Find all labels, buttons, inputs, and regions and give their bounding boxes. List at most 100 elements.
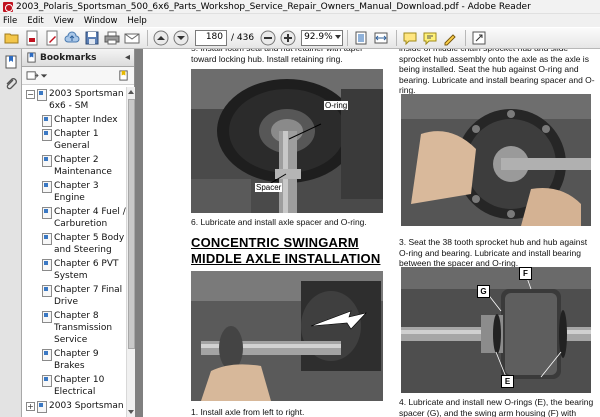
window-title: 2003_Polaris_Sportsman_500_6x6_Parts_Wor… bbox=[16, 1, 531, 12]
menu-bar: File Edit View Window Help bbox=[0, 14, 600, 27]
comment-icon[interactable] bbox=[401, 29, 419, 47]
bookmark-item[interactable]: Chapter 9 Brakes bbox=[22, 347, 126, 373]
photo-axle-installation bbox=[191, 271, 383, 401]
menu-window[interactable]: Window bbox=[83, 16, 119, 26]
bookmark-item[interactable]: Chapter 6 PVT System bbox=[22, 257, 126, 283]
fit-page-icon[interactable] bbox=[352, 29, 370, 47]
toolbar-separator bbox=[396, 30, 398, 46]
bookmark-label: 2003 Sportsman bbox=[49, 401, 124, 411]
document-viewport[interactable]: 5. Install foam seal and nut retainer wi… bbox=[135, 49, 600, 417]
bookmark-item[interactable]: Chapter 2 Maintenance bbox=[22, 153, 126, 179]
bookmark-item[interactable]: Chapter 5 Body and Steering bbox=[22, 231, 126, 257]
page-number-input[interactable]: 180 bbox=[195, 30, 227, 46]
email-icon[interactable] bbox=[123, 29, 141, 47]
toolbar-separator bbox=[465, 30, 467, 46]
bookmark-label: Chapter 5 Body and Steering bbox=[54, 233, 125, 255]
open-folder-icon[interactable] bbox=[3, 29, 21, 47]
bookmarks-scrollbar[interactable] bbox=[126, 87, 135, 417]
spacer-callout: Spacer bbox=[255, 183, 283, 192]
label-e-callout: E bbox=[501, 375, 514, 388]
create-pdf-icon[interactable] bbox=[23, 29, 41, 47]
menu-view[interactable]: View bbox=[53, 16, 75, 26]
step-4-text: 4. Lubricate and install new O-rings (E)… bbox=[399, 397, 594, 417]
menu-edit[interactable]: Edit bbox=[26, 16, 44, 26]
scroll-down-icon[interactable] bbox=[128, 410, 134, 414]
bookmarks-panel: Bookmarks ◂ − 2003 Sportsman 6x6 - SM Ch… bbox=[22, 49, 135, 417]
bookmarks-icon bbox=[27, 52, 36, 63]
menu-file[interactable]: File bbox=[2, 16, 18, 26]
photo-swingarm-housing bbox=[401, 267, 591, 393]
cloud-upload-icon[interactable] bbox=[63, 29, 81, 47]
bookmark-root[interactable]: + 2003 Sportsman bbox=[22, 399, 126, 413]
bookmark-icon bbox=[37, 89, 47, 101]
fit-width-icon[interactable] bbox=[372, 29, 390, 47]
bookmark-label: Chapter 4 Fuel / Carburetion bbox=[54, 207, 126, 229]
photo-sprocket-hub bbox=[401, 94, 591, 226]
adobe-reader-icon bbox=[3, 1, 13, 12]
bookmark-label: Chapter 3 Engine bbox=[54, 181, 99, 203]
step-1-text: 1. Install axle from left to right. bbox=[191, 407, 305, 417]
bookmark-root[interactable]: − 2003 Sportsman 6x6 - SM bbox=[22, 87, 126, 113]
zoom-level-select[interactable]: 92.9% bbox=[301, 30, 344, 46]
bookmarks-title: Bookmarks bbox=[40, 52, 97, 63]
scrollbar-thumb[interactable] bbox=[128, 99, 135, 349]
oring-callout: O-ring bbox=[324, 101, 349, 110]
bookmarks-tree: − 2003 Sportsman 6x6 - SM Chapter Index … bbox=[22, 87, 126, 417]
new-bookmark-icon[interactable] bbox=[118, 70, 129, 81]
pdf-page: 5. Install foam seal and nut retainer wi… bbox=[143, 49, 600, 417]
bookmark-label: Chapter Index bbox=[54, 115, 118, 125]
toolbar-separator bbox=[147, 30, 148, 46]
bookmark-item[interactable]: Chapter 3 Engine bbox=[22, 179, 126, 205]
toolbar-separator bbox=[347, 30, 349, 46]
bookmark-label: Chapter 7 Final Drive bbox=[54, 285, 123, 307]
step-5-text: 5. Install foam seal and nut retainer wi… bbox=[191, 49, 363, 64]
bookmark-label: Chapter 2 Maintenance bbox=[54, 155, 112, 177]
attachment-icon[interactable] bbox=[2, 75, 20, 93]
previous-page-icon[interactable] bbox=[152, 29, 170, 47]
bookmark-item[interactable]: Chapter Index bbox=[22, 113, 126, 127]
zoom-out-icon[interactable] bbox=[259, 29, 277, 47]
print-icon[interactable] bbox=[103, 29, 121, 47]
navigation-pane-strip bbox=[0, 49, 22, 417]
bookmark-icon bbox=[42, 115, 52, 127]
expand-toggle-icon[interactable]: + bbox=[26, 402, 35, 411]
next-page-icon[interactable] bbox=[172, 29, 190, 47]
bookmark-icon bbox=[42, 181, 52, 193]
bookmark-item[interactable]: Chapter 1 General bbox=[22, 127, 126, 153]
bookmark-label: 2003 Sportsman 6x6 - SM bbox=[49, 89, 124, 111]
step-6-text: 6. Lubricate and install axle spacer and… bbox=[191, 217, 367, 227]
page-total: / 436 bbox=[231, 33, 255, 43]
bookmark-item[interactable]: Chapter 4 Fuel / Carburetion bbox=[22, 205, 126, 231]
label-f-callout: F bbox=[519, 267, 532, 280]
bookmark-label: Chapter 6 PVT System bbox=[54, 259, 119, 281]
bookmark-item[interactable]: Chapter 10 Electrical bbox=[22, 373, 126, 399]
title-bar: 2003_Polaris_Sportsman_500_6x6_Parts_Wor… bbox=[0, 0, 600, 14]
bookmark-icon bbox=[42, 129, 52, 141]
expand-icon[interactable] bbox=[470, 29, 488, 47]
bookmark-icon bbox=[42, 349, 52, 361]
bookmark-panel-icon[interactable] bbox=[2, 53, 20, 71]
label-g-callout: G bbox=[477, 285, 490, 298]
zoom-in-icon[interactable] bbox=[279, 29, 297, 47]
bookmark-icon bbox=[42, 311, 52, 323]
bookmark-label: Chapter 1 General bbox=[54, 129, 99, 151]
options-menu-icon[interactable] bbox=[26, 70, 39, 81]
save-icon[interactable] bbox=[83, 29, 101, 47]
edit-pdf-icon[interactable] bbox=[43, 29, 61, 47]
chevron-down-icon[interactable] bbox=[40, 72, 48, 80]
section-heading: CONCENTRIC SWINGARM MIDDLE AXLE INSTALLA… bbox=[191, 235, 381, 266]
close-panel-icon[interactable]: ◂ bbox=[125, 52, 130, 63]
bookmark-item[interactable]: Chapter 8 Transmission Service bbox=[22, 309, 126, 347]
menu-help[interactable]: Help bbox=[126, 16, 147, 26]
bookmark-icon bbox=[37, 401, 47, 413]
collapse-toggle-icon[interactable]: − bbox=[26, 90, 35, 99]
chevron-down-icon bbox=[335, 35, 342, 39]
bookmark-label: Chapter 9 Brakes bbox=[54, 349, 99, 371]
scroll-up-icon[interactable] bbox=[128, 90, 134, 94]
highlight-icon[interactable] bbox=[421, 29, 439, 47]
bookmark-icon bbox=[42, 375, 52, 387]
sign-icon[interactable] bbox=[441, 29, 459, 47]
bookmarks-toolbar bbox=[22, 67, 134, 85]
bookmark-item[interactable]: Chapter 7 Final Drive bbox=[22, 283, 126, 309]
bookmark-icon bbox=[42, 155, 52, 167]
